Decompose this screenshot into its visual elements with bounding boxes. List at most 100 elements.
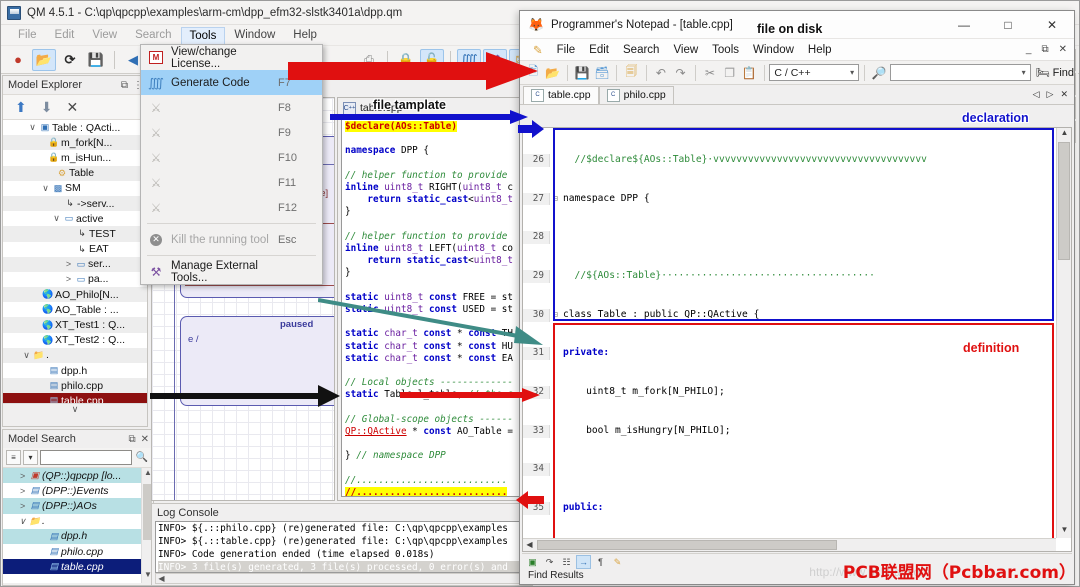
log-console-output[interactable]: INFO> ${.::philo.cpp} (re)generated file… [155,521,529,573]
pilcrow-icon[interactable]: ¶ [593,555,608,569]
code-horizontal-scrollbar[interactable]: ◀ [523,538,1056,551]
search-item-events[interactable]: > ▤ (DPP::)Events [3,483,153,498]
delete-button[interactable]: ✕ [66,99,78,116]
qm-menu-help[interactable]: Help [284,26,326,44]
scroll-up-arrow[interactable]: ▲ [1057,128,1071,141]
maximize-button[interactable]: □ [986,11,1030,38]
cut-icon[interactable]: ✂ [701,63,720,83]
search-item-qpcpp[interactable]: > ▣ (QP::)qpcpp [lo... [3,468,153,484]
pn-menu-file[interactable]: File [550,41,583,59]
new-model-icon[interactable]: ● [6,49,30,71]
refresh-icon[interactable]: ⟳ [58,49,82,71]
pn-code-lines[interactable]: 26 //$declare${AOs::Table}·vvvvvvvvvvvvv… [523,128,1071,551]
tree-item-table-class[interactable]: ∨ ▣ Table : QActi... [3,120,147,135]
scroll-down-arrow[interactable]: ▼ [1057,525,1071,538]
undo-icon[interactable]: ↶ [652,63,671,83]
tree-item-initial-transition[interactable]: ↳ ->serv... [3,195,147,212]
pn-menu-search[interactable]: Search [616,41,666,59]
tree-item-table-cpp[interactable]: ▤ table.cpp [3,393,147,403]
save-file-icon[interactable]: 💾 [573,63,592,83]
tree-item-ao-table[interactable]: 🌎 AO_Table : ... [3,302,147,317]
qm-menu-file[interactable]: File [9,26,46,44]
scroll-left-arrow[interactable]: ◀ [524,540,535,550]
model-search-results[interactable]: > ▣ (QP::)qpcpp [lo... > ▤ (DPP::)Events… [3,468,153,583]
tree-item-active-state[interactable]: ∨ ▭ active [3,211,147,226]
tree-item-xt-test1[interactable]: 🌎 XT_Test1 : Q... [3,317,147,333]
qm-menu-view[interactable]: View [83,26,126,44]
save-all-icon[interactable]: 🗃 [593,63,612,83]
tab-next-button[interactable]: ▷ [1047,89,1054,100]
scrollbar-thumb[interactable] [1058,142,1070,260]
find-button[interactable]: 🛏 Find [1036,66,1074,80]
tree-item-m-ishungry[interactable]: 🔒 m_isHun... [3,150,147,165]
save-icon[interactable]: 💾 [84,49,108,71]
undock-icon[interactable]: ⧉ [121,80,128,91]
mdi-close-button[interactable]: ✕ [1059,44,1067,55]
paste-icon[interactable]: 📋 [740,63,759,83]
pn-code-editor[interactable]: 26 //$declare${AOs::Table}·vvvvvvvvvvvvv… [522,127,1072,552]
search-item-folder[interactable]: ∨ 📁 . [3,514,153,529]
minimize-button[interactable]: — [942,11,986,38]
pn-menu-help[interactable]: Help [801,41,839,59]
show-whitespace-icon[interactable]: ☷ [559,555,574,569]
tree-item-table-ctor[interactable]: ⚙ Table [3,165,147,181]
tree-scroll-down-button[interactable]: ∨ [3,403,147,417]
open-model-icon[interactable]: 📂 [32,48,56,71]
qm-menu-edit[interactable]: Edit [46,26,84,44]
tree-item-sm[interactable]: ∨ ▩ SM [3,181,147,196]
log-horizontal-scrollbar[interactable]: ◀ [155,573,529,584]
search-input[interactable] [40,450,132,465]
pn-menu-edit[interactable]: Edit [582,41,616,59]
find-input[interactable]: ▾ [889,64,1031,81]
tree-item-ao-philo[interactable]: 🌎 AO_Philo[N... [3,287,147,303]
scheme-combo[interactable]: C / C++ ▾ [769,64,860,81]
search-item-philo-cpp[interactable]: ▤ philo.cpp [3,544,153,559]
colour-scheme-icon[interactable]: ▣ [525,555,540,569]
model-explorer-tree[interactable]: ∨ ▣ Table : QActi... 🔒 m_fork[N... 🔒 m_i… [3,120,147,403]
undock-icon[interactable]: ⧉ [128,434,135,445]
chevron-down-icon[interactable]: ▾ [23,450,38,465]
pn-menu-tools[interactable]: Tools [705,41,746,59]
tree-item-eat-transition[interactable]: ↳ EAT [3,242,147,257]
redo-icon[interactable]: ↷ [671,63,690,83]
move-up-button[interactable]: ⬆ [15,99,27,116]
tree-item-m-fork[interactable]: 🔒 m_fork[N... [3,135,147,151]
search-item-table-cpp[interactable]: ▤ table.cpp [3,559,153,575]
close-file-icon[interactable]: 🗐 [622,63,641,83]
close-icon[interactable]: ✕ [141,434,149,445]
code-vertical-scrollbar[interactable]: ▲ ▼ [1056,128,1071,538]
filter-icon[interactable]: ≡ [6,450,21,465]
qm-menu-tools[interactable]: Tools [180,26,226,44]
search-icon[interactable]: 🔍 [134,450,150,465]
close-button[interactable]: ✕ [1030,11,1074,38]
tree-item-paused-state[interactable]: > ▭ pa... [3,272,147,287]
tree-item-test-transition[interactable]: ↳ TEST [3,226,147,242]
scroll-left-arrow[interactable]: ◀ [156,574,167,583]
qm-menu-window[interactable]: Window [225,26,284,44]
qm-menu-search[interactable]: Search [126,26,180,44]
scrollbar-thumb[interactable] [537,540,837,550]
tree-item-philo-cpp[interactable]: ▤ philo.cpp [3,378,147,394]
tree-item-dpp-h[interactable]: ▤ dpp.h [3,363,147,378]
copy-icon[interactable]: ❐ [720,63,739,83]
tab-close-button[interactable]: ✕ [1060,89,1068,100]
open-file-icon[interactable]: 📂 [544,63,563,83]
tab-prev-button[interactable]: ◁ [1033,89,1040,100]
tree-item-xt-test2[interactable]: 🌎 XT_Test2 : Q... [3,333,147,348]
mdi-minimize-button[interactable]: _ [1026,44,1032,55]
pn-menu-view[interactable]: View [666,41,705,59]
tree-item-serving-state[interactable]: > ▭ ser... [3,256,147,272]
search-item-aos[interactable]: > ▤ (DPP::)AOs [3,498,153,514]
find-target-icon[interactable]: 🔎 [870,63,889,83]
line-endings-icon[interactable]: ↷ [542,555,557,569]
highlight-icon[interactable]: ✎ [610,555,625,569]
search-item-dpp-h[interactable]: ▤ dpp.h [3,528,153,544]
move-down-button[interactable]: ⬇ [41,99,53,116]
word-wrap-icon[interactable]: → [576,555,591,569]
menu-item-label: Manage External Tools... [171,259,258,284]
pn-menu-window[interactable]: Window [746,41,801,59]
tree-item-folder[interactable]: ∨ 📁 . [3,347,147,363]
tab-philo-cpp[interactable]: C philo.cpp [598,85,674,104]
mdi-restore-button[interactable]: ⧉ [1041,44,1048,55]
menu-item-manage-external-tools[interactable]: ⚒ Manage External Tools... [141,259,322,284]
